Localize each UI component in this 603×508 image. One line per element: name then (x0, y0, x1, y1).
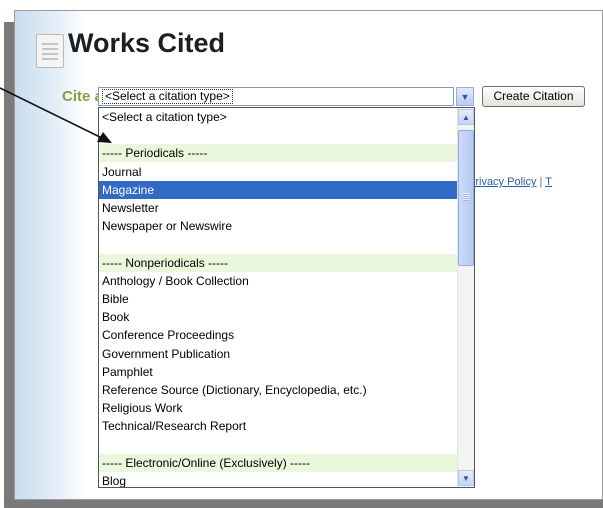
citation-option[interactable]: Blog (99, 472, 458, 487)
listbox-scrollbar[interactable]: ▲ ▼ (457, 108, 474, 487)
citation-option[interactable]: Conference Proceedings (99, 326, 458, 344)
page-title: Works Cited (68, 28, 226, 58)
option-group-header: ----- Periodicals ----- (99, 144, 458, 163)
citation-type-listbox[interactable]: <Select a citation type> ----- Periodical… (98, 107, 475, 488)
citation-option[interactable]: Newsletter (99, 199, 458, 217)
citation-option[interactable]: <Select a citation type> (99, 108, 458, 126)
scrollbar-thumb[interactable] (458, 130, 474, 266)
privacy-policy-link[interactable]: Privacy Policy (468, 176, 536, 188)
terms-link[interactable]: T (545, 176, 552, 188)
citation-option[interactable]: Bible (99, 290, 458, 308)
citation-option[interactable]: Anthology / Book Collection (99, 272, 458, 290)
scroll-up-arrow-icon[interactable]: ▲ (458, 109, 474, 125)
left-gradient-band (15, 11, 85, 499)
option-spacer (99, 235, 458, 253)
chevron-down-icon[interactable]: ▼ (456, 87, 474, 106)
footer-links: Privacy Policy | T (468, 176, 552, 188)
citation-option[interactable]: Reference Source (Dictionary, Encycloped… (99, 381, 458, 399)
link-separator: | (539, 176, 543, 188)
option-group-header: ----- Electronic/Online (Exclusively) --… (99, 453, 458, 472)
create-citation-button[interactable]: Create Citation (482, 86, 585, 107)
citation-option[interactable]: Book (99, 308, 458, 326)
citation-option[interactable]: Religious Work (99, 399, 458, 417)
citation-option[interactable]: Pamphlet (99, 363, 458, 381)
citation-option[interactable]: Magazine (99, 180, 458, 199)
option-spacer (99, 436, 458, 454)
citation-type-select[interactable]: <Select a citation type> (98, 87, 454, 106)
citation-option[interactable]: Journal (99, 163, 458, 181)
scroll-down-arrow-icon[interactable]: ▼ (458, 470, 474, 486)
document-icon (36, 34, 64, 68)
select-value: <Select a citation type> (102, 89, 233, 104)
citation-option[interactable]: Newspaper or Newswire (99, 217, 458, 235)
option-spacer (99, 126, 458, 144)
option-group-header: ----- Nonperiodicals ----- (99, 253, 458, 272)
citation-option[interactable]: Technical/Research Report (99, 417, 458, 435)
citation-option[interactable]: Government Publication (99, 345, 458, 363)
